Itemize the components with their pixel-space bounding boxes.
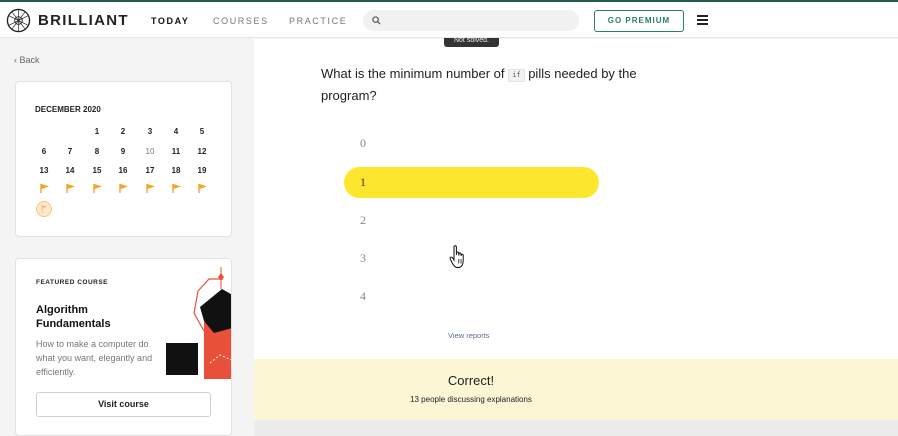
not-solved-tooltip: Not solved. [444, 38, 499, 47]
question-prefix: What is the minimum number of [321, 66, 505, 81]
answer-option[interactable]: 0 [344, 128, 599, 159]
calendar-day: 5 [199, 127, 205, 136]
discussion-link[interactable]: 13 people discussing explanations [254, 395, 688, 404]
calendar-day: 10 [145, 147, 155, 156]
featured-course-card: FEATURED COURSE Algorithm Fundamentals H… [15, 258, 232, 436]
featured-label: FEATURED COURSE [36, 279, 109, 286]
calendar-day: 19 [197, 166, 207, 175]
answer-option-selected[interactable]: 1 [344, 167, 599, 198]
course-title[interactable]: Algorithm Fundamentals [36, 303, 156, 331]
nav-today[interactable]: TODAY [151, 16, 190, 26]
calendar-day: 13 [39, 166, 49, 175]
calendar-day: 1 [94, 127, 100, 136]
bottom-strip [254, 420, 898, 436]
code-snippet: if [508, 69, 525, 82]
nav-practice[interactable]: PRACTICE [289, 16, 347, 26]
answer-option[interactable]: 2 [344, 205, 599, 236]
course-illustration [166, 267, 231, 379]
streak-flag-icon [93, 183, 103, 193]
calendar-day: 7 [67, 147, 73, 156]
streak-flag-icon [172, 183, 182, 193]
calendar-day: 11 [171, 147, 181, 156]
calendar-card: DECEMBER 2020 1 2 3 4 5 6 7 8 9 10 11 12… [15, 81, 232, 237]
back-link[interactable]: ‹ Back [14, 55, 40, 65]
calendar-day: 16 [118, 166, 128, 175]
answer-option[interactable]: 4 [344, 281, 599, 312]
result-banner: Correct! 13 people discussing explanatio… [254, 359, 898, 420]
correct-message: Correct! [447, 373, 495, 388]
top-navbar: BRILLIANT TODAY COURSES PRACTICE GO PREM… [0, 2, 898, 38]
hamburger-menu-icon[interactable] [697, 15, 708, 25]
visit-course-button[interactable]: Visit course [36, 392, 211, 417]
search-input[interactable] [363, 10, 579, 31]
calendar-day: 15 [92, 166, 102, 175]
streak-flag-icon [198, 183, 208, 193]
today-flag-icon [36, 201, 52, 217]
calendar-day: 14 [65, 166, 75, 175]
back-label: Back [19, 55, 40, 65]
problem-panel: Not solved. What is the minimum number o… [254, 38, 898, 359]
brand-name: BRILLIANT [38, 12, 129, 29]
course-description: How to make a computer do what you want,… [36, 339, 153, 377]
view-reports-link[interactable]: View reports [448, 331, 490, 340]
calendar-day: 17 [145, 166, 155, 175]
streak-flag-icon [66, 183, 76, 193]
calendar-day: 12 [197, 147, 207, 156]
streak-flag-icon [119, 183, 129, 193]
calendar-day: 8 [94, 147, 100, 156]
calendar-day: 6 [41, 147, 47, 156]
hand-cursor-icon [449, 245, 464, 268]
answer-option[interactable]: 3 [344, 243, 599, 274]
question-text: What is the minimum number of if pills n… [321, 63, 641, 107]
calendar-day: 2 [120, 127, 126, 136]
streak-flag-icon [146, 183, 156, 193]
streak-flag-icon [40, 183, 50, 193]
calendar-day: 9 [120, 147, 126, 156]
sidebar: ‹ Back DECEMBER 2020 1 2 3 4 5 6 7 8 9 1… [0, 39, 254, 436]
calendar-day: 3 [147, 127, 153, 136]
calendar-day: 18 [171, 166, 181, 175]
brilliant-logo-icon [6, 8, 31, 33]
nav-courses[interactable]: COURSES [213, 16, 269, 26]
calendar-month: DECEMBER 2020 [35, 105, 101, 114]
search-icon [372, 16, 381, 25]
calendar-day: 4 [173, 127, 179, 136]
go-premium-button[interactable]: GO PREMIUM [594, 10, 684, 32]
brand-logo[interactable]: BRILLIANT [6, 8, 129, 33]
